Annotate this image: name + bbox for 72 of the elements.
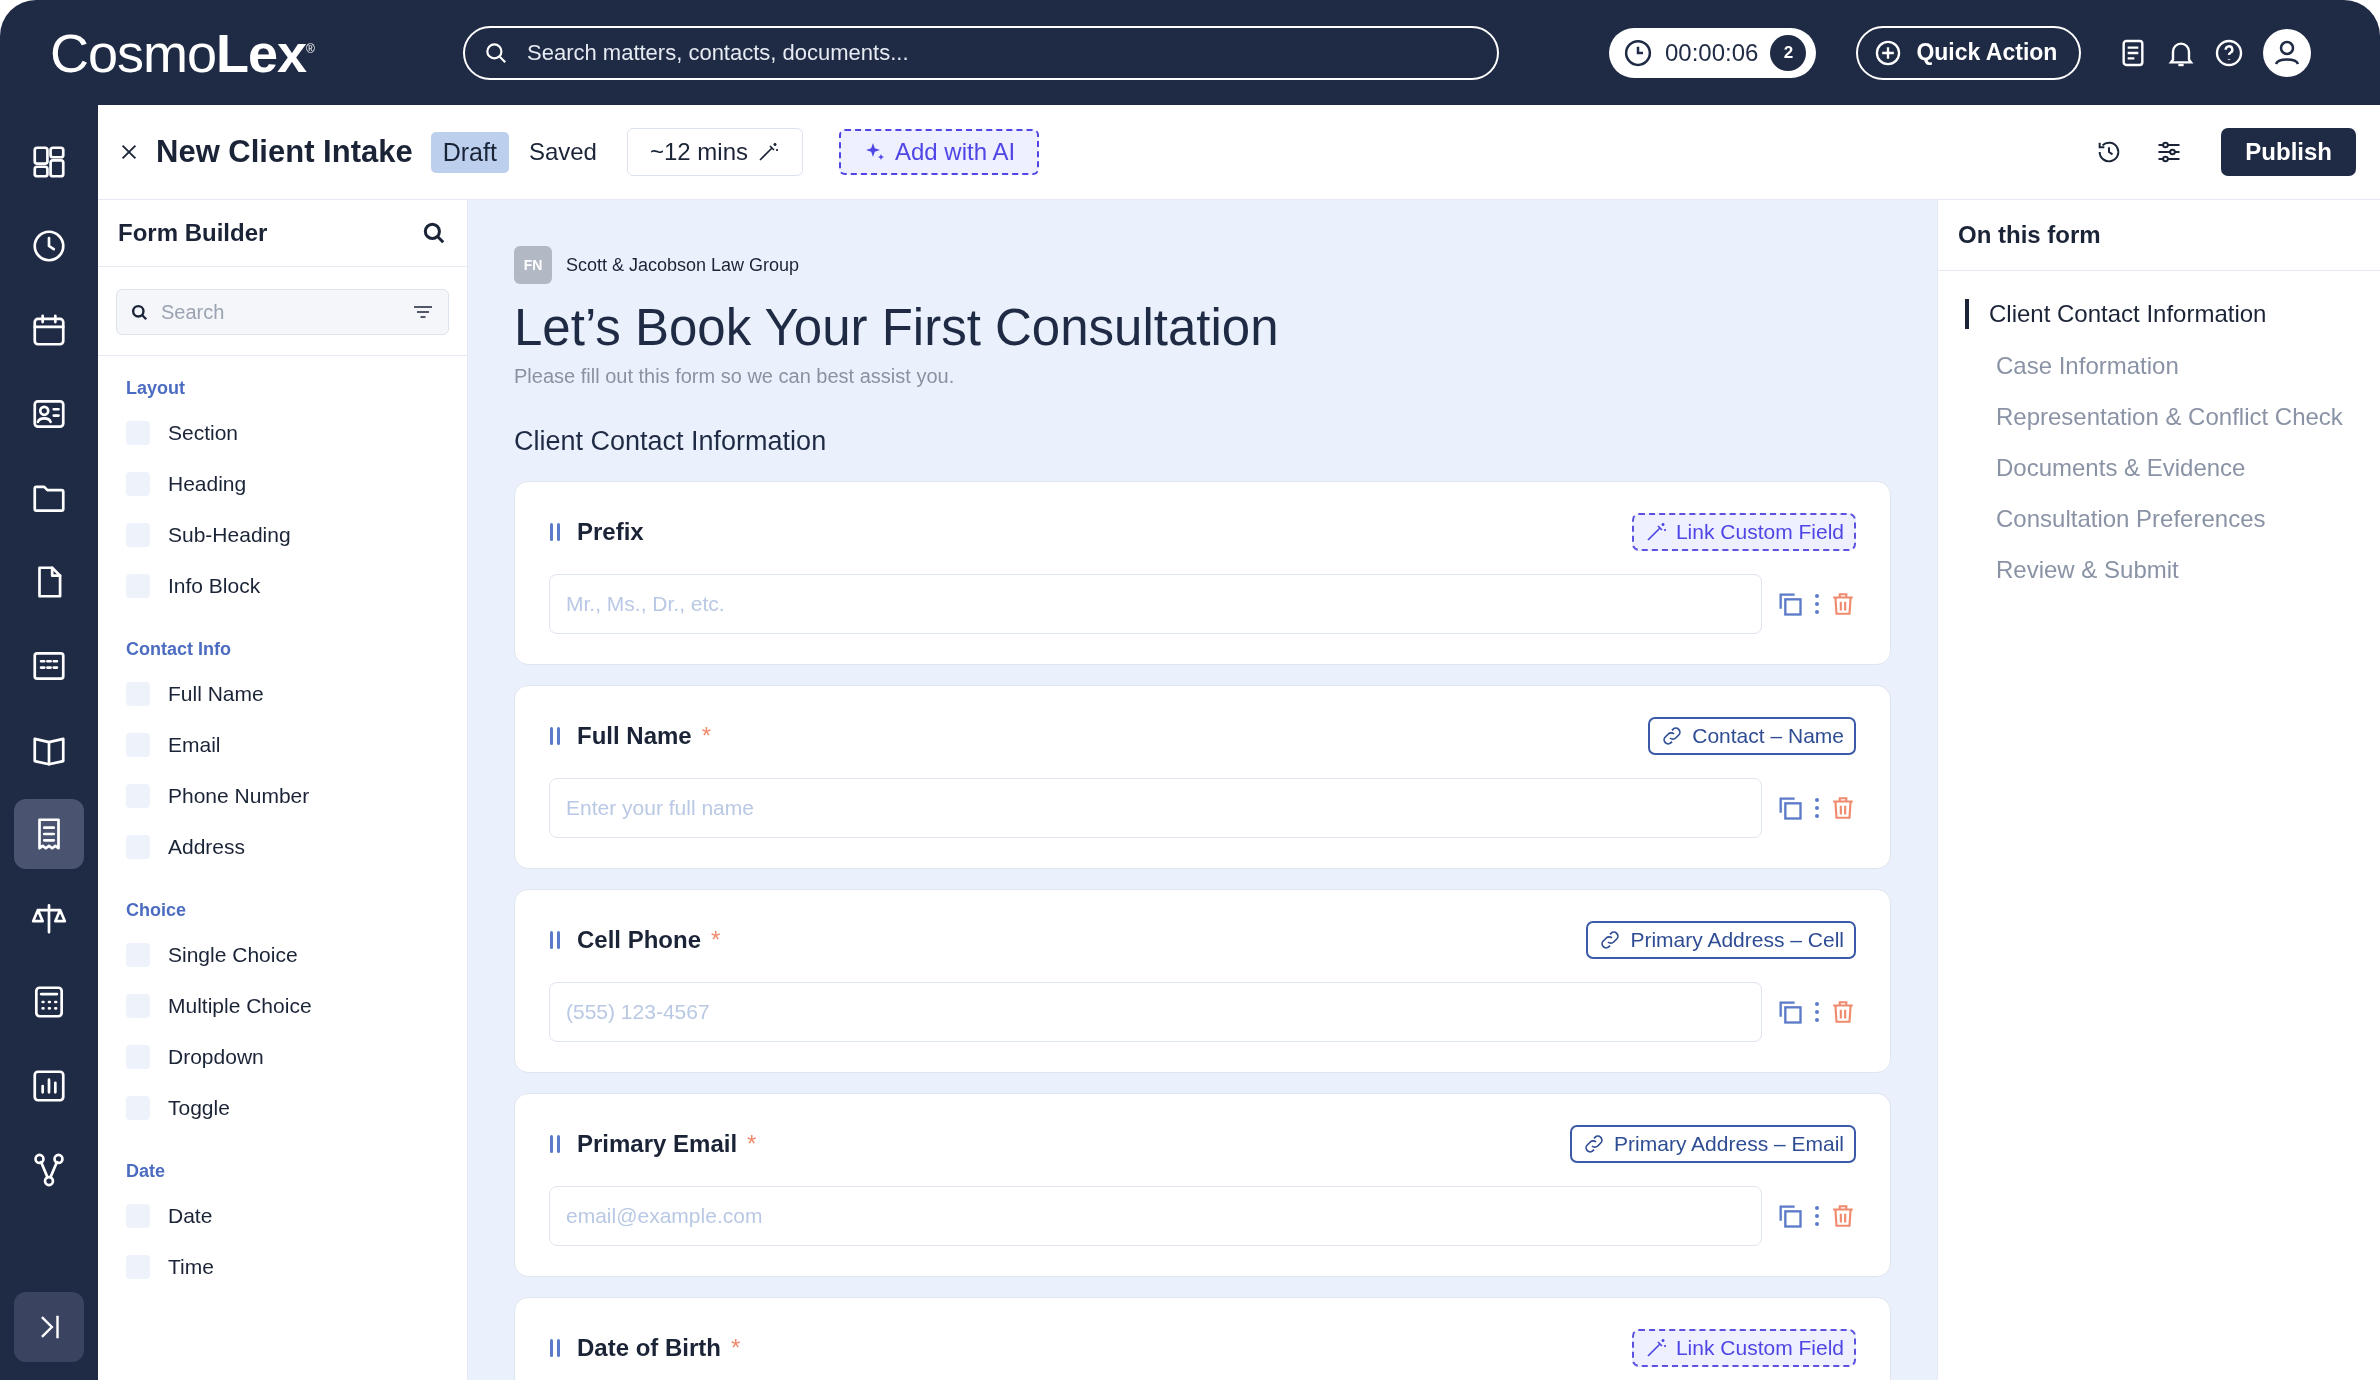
field-type-item[interactable]: Heading bbox=[126, 458, 439, 509]
logo: CosmoLex$^{®}$ bbox=[50, 21, 316, 84]
form-icon[interactable] bbox=[14, 799, 84, 869]
field-type-item[interactable]: Toggle bbox=[126, 1082, 439, 1133]
save-status: Saved bbox=[528, 138, 597, 166]
more-options-icon[interactable] bbox=[1814, 592, 1820, 616]
drag-handle-icon[interactable] bbox=[549, 930, 561, 950]
outline-link[interactable]: Client Contact Information bbox=[1965, 299, 2380, 329]
linked-field-tag[interactable]: Contact – Name bbox=[1648, 717, 1856, 755]
field-label: Date of Birth bbox=[577, 1334, 721, 1362]
form-title: New Client Intake bbox=[156, 134, 413, 170]
clock-icon bbox=[1623, 37, 1653, 68]
required-asterisk: * bbox=[747, 1130, 757, 1158]
avatar-icon[interactable] bbox=[2263, 28, 2312, 77]
field-type-item[interactable]: Full Name bbox=[126, 668, 439, 719]
drag-handle-icon[interactable] bbox=[549, 1338, 561, 1358]
field-type-item[interactable]: Info Block bbox=[126, 560, 439, 611]
section-title: Client Contact Information bbox=[514, 426, 828, 457]
field-type-item[interactable]: Section bbox=[126, 407, 439, 458]
field-type-item[interactable]: Address bbox=[126, 821, 439, 872]
drag-handle-icon[interactable] bbox=[549, 726, 561, 746]
input-field[interactable]: (555) 123-4567 bbox=[549, 982, 1762, 1042]
required-asterisk: * bbox=[701, 722, 712, 750]
group-heading: Layout bbox=[126, 378, 186, 399]
group-heading: Date bbox=[126, 1161, 166, 1182]
org-name: Scott & Jacobson Law Group bbox=[566, 254, 800, 276]
panel-title: On this form bbox=[1938, 200, 2380, 271]
panel-title: Form Builder bbox=[118, 219, 268, 247]
field-type-item[interactable]: Date bbox=[126, 1190, 439, 1241]
search-icon[interactable] bbox=[421, 220, 447, 246]
form-subtitle: Please fill out this form so we can best assist you. bbox=[514, 365, 956, 388]
search-icon bbox=[130, 303, 149, 322]
field-label: Full Name bbox=[577, 722, 692, 750]
field-type-item[interactable]: Single Choice bbox=[126, 929, 439, 980]
org-avatar: FN bbox=[514, 246, 552, 284]
drag-handle-icon[interactable] bbox=[549, 1134, 561, 1154]
linked-field-tag[interactable]: Primary Address – Email bbox=[1570, 1125, 1856, 1163]
field-type-item[interactable]: Sub-Heading bbox=[126, 509, 439, 560]
field-label: Primary Email bbox=[577, 1130, 738, 1158]
plus-circle-icon bbox=[1874, 38, 1903, 67]
input-field[interactable]: Enter your full name bbox=[549, 778, 1762, 838]
timer-time: 00:00:06 bbox=[1665, 38, 1759, 67]
expand-sidebar-icon[interactable] bbox=[14, 1292, 84, 1362]
required-asterisk: * bbox=[731, 1334, 741, 1362]
field-label: Cell Phone bbox=[577, 926, 702, 954]
input-field[interactable]: Mr., Ms., Dr., etc. bbox=[549, 574, 1762, 634]
field-type-item[interactable]: Phone Number bbox=[126, 770, 439, 821]
status-badge: Draft bbox=[430, 131, 509, 173]
field-type-item[interactable]: Time bbox=[126, 1241, 439, 1292]
group-heading: Contact Info bbox=[126, 639, 232, 660]
quick-action-button[interactable]: Quick Action bbox=[1856, 25, 2082, 80]
field-type-item[interactable]: Email bbox=[126, 719, 439, 770]
link-custom-field-button[interactable]: Link Custom Field bbox=[1631, 1329, 1856, 1367]
required-asterisk: * bbox=[711, 926, 721, 954]
publish-button[interactable]: Publish bbox=[2221, 128, 2356, 176]
more-options-icon[interactable] bbox=[1814, 796, 1820, 820]
drag-handle-icon[interactable] bbox=[549, 522, 561, 542]
timer-count-badge: 2 bbox=[1770, 34, 1807, 71]
field-label: Prefix bbox=[577, 518, 644, 546]
linked-field-tag[interactable]: Primary Address – Cell bbox=[1586, 921, 1856, 959]
time-estimate-text: ~12 mins bbox=[649, 138, 748, 166]
field-type-item[interactable]: Dropdown bbox=[126, 1031, 439, 1082]
timer-pill[interactable]: 00:00:06 2 bbox=[1609, 27, 1817, 78]
more-options-icon[interactable] bbox=[1814, 1204, 1820, 1228]
more-options-icon[interactable] bbox=[1814, 1000, 1820, 1024]
search-field[interactable]: Search bbox=[116, 289, 449, 335]
form-heading: Let’s Book Your First Consultation bbox=[514, 298, 1280, 357]
group-heading: Choice bbox=[126, 900, 187, 921]
input-field[interactable]: email@example.com bbox=[549, 1186, 1762, 1246]
add-with-ai-button[interactable]: Add with AI bbox=[839, 129, 1040, 175]
link-custom-field-button[interactable]: Link Custom Field bbox=[1631, 513, 1856, 551]
field-type-item[interactable]: Multiple Choice bbox=[126, 980, 439, 1031]
